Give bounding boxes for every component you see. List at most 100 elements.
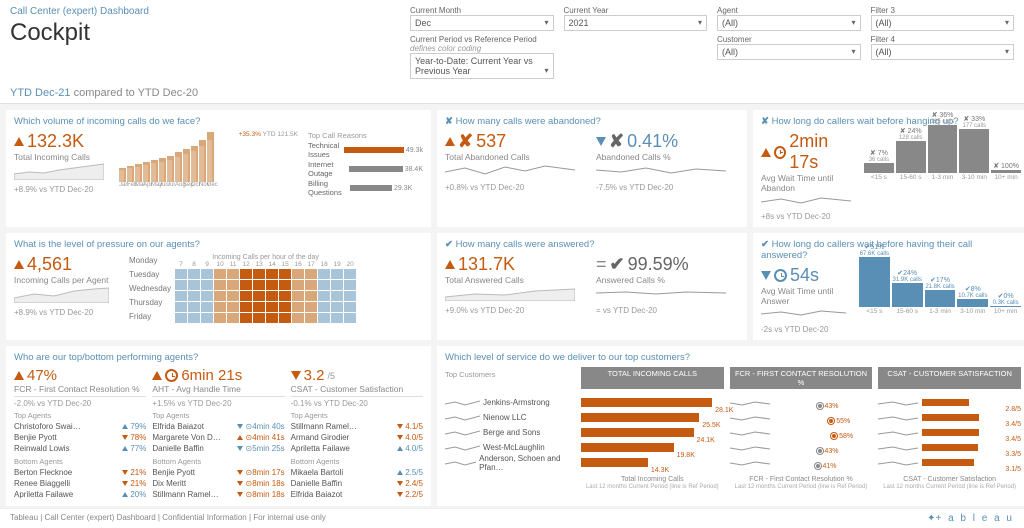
filter-label: Current Year xyxy=(564,6,708,15)
kpi-label: CSAT - Customer Satisfaction xyxy=(291,384,423,397)
triangle-up-icon xyxy=(14,137,24,146)
kpi-wait-answer: 54s xyxy=(761,265,851,286)
dashboard-grid: Which volume of incoming calls do we fac… xyxy=(0,104,1024,512)
sparkline-icon xyxy=(596,285,726,301)
card-question: Which volume of incoming calls do we fac… xyxy=(14,116,423,127)
filter-label: Filter 3 xyxy=(871,6,1015,15)
filter-year[interactable]: 2021 xyxy=(564,15,708,31)
triangle-up-icon xyxy=(152,371,162,380)
card-question: ✔ How long do callers wait before having… xyxy=(761,239,1021,261)
kpi-delta: +8.9% vs YTD Dec-20 xyxy=(14,185,109,194)
filter-label: Customer xyxy=(717,35,861,44)
filter-customer[interactable]: (All) xyxy=(717,44,861,60)
kpi-label: Avg Wait Time until Abandon xyxy=(761,173,856,193)
clock-icon xyxy=(165,369,178,382)
footer-text: Tableau | Call Center (expert) Dashboard… xyxy=(10,513,326,524)
filter-month[interactable]: Dec xyxy=(410,15,554,31)
col-header-customers: Top Customers xyxy=(445,367,575,389)
filter-3[interactable]: (All) xyxy=(871,15,1015,31)
kpi-abandoned-total: ✘ 537 xyxy=(445,131,588,152)
ytd-bar: YTD Dec-21 compared to YTD Dec-20 xyxy=(0,83,1024,104)
kpi-wait-abandon: 2min 17s xyxy=(761,131,856,173)
kpi-label: Abandoned Calls % xyxy=(596,152,739,162)
filter-agent[interactable]: (All) xyxy=(717,15,861,31)
kpi-label: FCR - First Contact Resolution % xyxy=(14,384,146,397)
agent-aht: 6min 21s AHT - Avg Handle Time +1.5% vs … xyxy=(152,367,284,500)
monthly-bars-chart[interactable]: +35.3% YTD 121.5K JanFebMarAprMayJunJulA… xyxy=(119,131,298,188)
kpi-label: Answered Calls % xyxy=(596,275,739,285)
filter-label: Agent xyxy=(717,6,861,15)
triangle-up-icon xyxy=(445,137,455,146)
page-title: Cockpit xyxy=(10,19,410,47)
kpi-label: Incoming Calls per Agent xyxy=(14,275,119,285)
clock-icon xyxy=(774,269,787,282)
triangle-up-icon xyxy=(14,260,24,269)
footer: Tableau | Call Center (expert) Dashboard… xyxy=(0,508,1024,528)
triangle-down-icon xyxy=(761,271,771,280)
agent-fcr: 47% FCR - First Contact Resolution % -2.… xyxy=(14,367,146,500)
sparkline-icon xyxy=(445,285,575,301)
kpi-answered-pct: = ✔ 99.59% xyxy=(596,254,739,275)
agent-csat: 3.2/5 CSAT - Customer Satisfaction -0.1%… xyxy=(291,367,423,500)
kpi-delta: -0.1% vs YTD Dec-20 xyxy=(291,399,423,408)
kpi-label: Total Abandoned Calls xyxy=(445,152,588,162)
card-wait-answer: ✔ How long do callers wait before having… xyxy=(753,233,1024,340)
wait-answer-distribution[interactable]: ✔51%67.6K calls<15 s✔24%31.9K calls15-60… xyxy=(859,265,1021,315)
card-agents: Who are our top/bottom performing agents… xyxy=(6,346,431,506)
triangle-up-icon xyxy=(445,260,455,269)
kpi-delta: +8s vs YTD Dec-20 xyxy=(761,212,856,221)
sparkline-icon xyxy=(14,162,104,180)
kpi-delta: +8.9% vs YTD Dec-20 xyxy=(14,308,119,317)
kpi-delta: +9.0% vs YTD Dec-20 xyxy=(445,306,588,315)
kpi-delta: +1.5% vs YTD Dec-20 xyxy=(152,399,284,408)
sparkline-icon xyxy=(596,162,726,178)
card-question: What is the level of pressure on our age… xyxy=(14,239,423,250)
card-pressure: What is the level of pressure on our age… xyxy=(6,233,431,340)
triangle-down-icon xyxy=(596,137,606,146)
kpi-label: Avg Wait Time until Answer xyxy=(761,286,851,306)
card-wait-abandon: ✘ How long do callers wait before hangin… xyxy=(753,110,1024,227)
card-question: Which level of service do we deliver to … xyxy=(445,352,1021,363)
x-icon: ✘ xyxy=(761,116,769,127)
col-header-csat: CSAT - CUSTOMER SATISFACTION xyxy=(878,367,1021,389)
tableau-logo: ✦+ a b l e a u xyxy=(927,513,1014,524)
kpi-delta: +0.8% vs YTD Dec-20 xyxy=(445,183,588,192)
ytd-period: YTD Dec-21 xyxy=(10,87,71,99)
filter-bar: Current MonthDec Current Year2021 Agent(… xyxy=(410,6,1014,79)
breadcrumb[interactable]: Call Center (expert) Dashboard xyxy=(10,6,410,17)
kpi-delta: -2s vs YTD Dec-20 xyxy=(761,325,851,334)
header: Call Center (expert) Dashboard Cockpit C… xyxy=(0,0,1024,83)
filter-4[interactable]: (All) xyxy=(871,44,1015,60)
kpi-abandoned-pct: ✘0.41% xyxy=(596,131,739,152)
col-header-calls: TOTAL INCOMING CALLS xyxy=(581,367,724,389)
sparkline-icon xyxy=(761,306,846,320)
sparkline-icon xyxy=(445,162,575,178)
card-answered: ✔ How many calls were answered? 131.7K T… xyxy=(437,233,747,340)
check-icon: ✔ xyxy=(445,239,453,250)
filter-label: Filter 4 xyxy=(871,35,1015,44)
col-header-fcr: FCR - FIRST CONTACT RESOLUTION % xyxy=(730,367,873,389)
check-icon: ✔ xyxy=(761,239,769,250)
kpi-delta: -7.5% vs YTD Dec-20 xyxy=(596,183,739,192)
heatmap-title: Incoming Calls per hour of the day xyxy=(175,254,356,261)
sparkline-icon xyxy=(761,193,851,207)
kpi-label: Total Answered Calls xyxy=(445,275,588,285)
kpi-delta: -2.0% vs YTD Dec-20 xyxy=(14,399,146,408)
kpi-calls-per-agent: 4,561 xyxy=(14,254,119,275)
sparkline-icon xyxy=(14,285,109,303)
triangle-up-icon xyxy=(14,371,24,380)
heatmap-chart[interactable]: MondayTuesdayWednesdayThursdayFriday Inc… xyxy=(129,254,356,323)
filter-period[interactable]: Year-to-Date: Current Year vs Previous Y… xyxy=(410,53,554,79)
kpi-label: AHT - Avg Handle Time xyxy=(152,384,284,397)
top-call-reasons: Top Call Reasons Technical Issues49.3kIn… xyxy=(308,131,423,198)
clock-icon xyxy=(774,146,786,159)
card-question: ✔ How many calls were answered? xyxy=(445,239,739,250)
kpi-delta: = vs YTD Dec-20 xyxy=(596,306,739,315)
x-icon: ✘ xyxy=(445,116,453,127)
wait-abandon-distribution[interactable]: ✘ 7%36 calls<15 s✘ 24%128 calls15-60 s✘ … xyxy=(864,131,1021,181)
filter-label: Current Month xyxy=(410,6,554,15)
kpi-label: Total Incoming Calls xyxy=(14,152,109,162)
filter-label: Current Period vs Reference Period defin… xyxy=(410,35,554,53)
card-service: Which level of service do we deliver to … xyxy=(437,346,1024,506)
ytd-compare: compared to YTD Dec-20 xyxy=(74,87,199,99)
